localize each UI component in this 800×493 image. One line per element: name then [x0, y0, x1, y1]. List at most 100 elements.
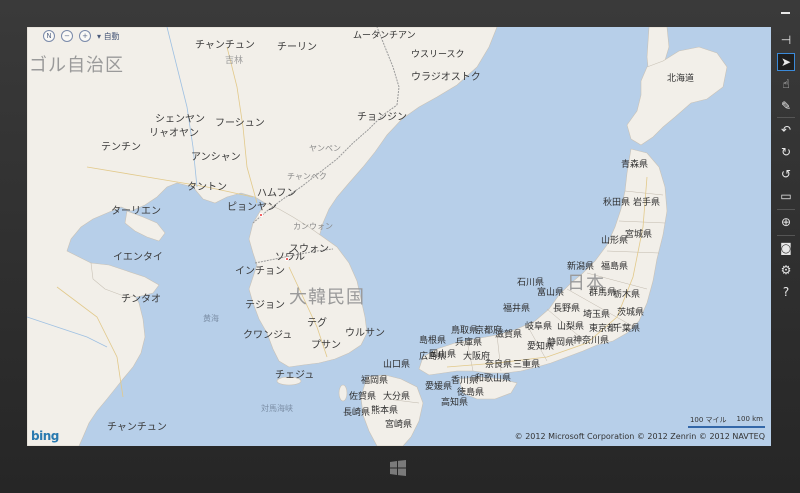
- hand-icon[interactable]: ☝: [777, 75, 795, 93]
- prefecture-label-miyazaki: 宮崎県: [385, 420, 413, 430]
- toolbar-divider: [777, 117, 795, 118]
- prefecture-label-tochigi: 栃木県: [613, 290, 641, 300]
- prefecture-label-yamanashi: 山梨県: [557, 322, 585, 332]
- prefecture-label-akita: 秋田県: [603, 198, 631, 208]
- prefecture-label-gifu: 岐阜県: [525, 322, 553, 332]
- prefecture-label-nara: 奈良県: [485, 360, 513, 370]
- toolbar-divider: [777, 209, 795, 210]
- cursor-icon[interactable]: ➤: [777, 53, 795, 71]
- city-label-shenyang: シェンヤン: [155, 114, 205, 125]
- city-label-busan: プサン: [311, 340, 341, 351]
- map-view[interactable]: N − + ▾ 自動 ゴル自治区 大韓民国 日本 ムータンチアン ウスリースク …: [27, 27, 771, 446]
- prefecture-label-kochi: 高知県: [441, 398, 469, 408]
- capital-marker-seoul: [285, 257, 289, 261]
- map-scale-bar: 100 マイル 100 km: [687, 415, 765, 428]
- prefecture-label-fukushima: 福島県: [601, 262, 629, 272]
- region-label-gangwon: カンウォン: [293, 222, 333, 231]
- scale-km: 100 km: [736, 415, 763, 423]
- prefecture-label-yamaguchi: 山口県: [383, 360, 411, 370]
- city-label-dandong: タントン: [187, 182, 227, 193]
- city-label-suwon: スウォン: [289, 244, 329, 255]
- prefecture-label-tokushima: 徳島県: [457, 388, 485, 398]
- prefecture-label-shimane: 島根県: [419, 336, 447, 346]
- prefecture-label-yamagata: 山形県: [601, 236, 629, 246]
- prefecture-label-iwate: 岩手県: [633, 198, 661, 208]
- gear-icon[interactable]: ⚙: [777, 261, 795, 279]
- province-label-jilin: 吉林: [225, 56, 244, 66]
- city-label-incheon: インチョン: [235, 266, 285, 277]
- zoom-in-icon[interactable]: +: [79, 30, 91, 42]
- compass-pan-icon[interactable]: N: [43, 30, 55, 42]
- sea-label-yellow-sea: 黄海: [203, 314, 219, 323]
- prefecture-label-nagano: 長野県: [553, 304, 581, 314]
- windows-logo-icon[interactable]: [390, 460, 406, 476]
- prefecture-label-fukuoka: 福岡県: [361, 376, 389, 386]
- prefecture-label-fukui: 福井県: [503, 304, 531, 314]
- city-label-jilin: チーリン: [277, 42, 317, 53]
- prefecture-label-aomori: 青森県: [621, 160, 649, 170]
- prefecture-label-ehime: 愛媛県: [425, 382, 453, 392]
- sea-label-tsushima: 対馬海峡: [261, 404, 293, 413]
- draw-icon[interactable]: ✎: [777, 97, 795, 115]
- toolbar-divider: [777, 235, 795, 236]
- right-toolbar: ⊣ ➤ ☝ ✎ ↶ ↻ ↺ ▭ ⊕ ◙ ⚙?: [771, 27, 800, 446]
- city-label-nanpo: チャンチュン: [107, 422, 167, 433]
- city-label-yantai: イエンタイ: [113, 252, 163, 263]
- region-label-yanbian: ヤンペン: [309, 144, 341, 153]
- monitor-icon[interactable]: ▭: [777, 187, 795, 205]
- city-label-tianjin: テンチン: [101, 142, 141, 153]
- capital-marker-pyongyang: [259, 213, 263, 217]
- city-label-chongjin: チョンジン: [357, 112, 407, 123]
- map-canvas[interactable]: [27, 27, 771, 446]
- pin-icon[interactable]: ⊣: [777, 31, 795, 49]
- prefecture-label-gunma: 群馬県: [589, 288, 617, 298]
- prefecture-label-kanagawa: 神奈川県: [573, 336, 610, 346]
- city-label-dalian: ターリエン: [111, 206, 161, 217]
- prefecture-label-hyogo: 兵庫県: [455, 338, 483, 348]
- city-label-anshan: アンシャン: [191, 152, 241, 163]
- city-label-pyongyang: ピョンヤン: [227, 202, 277, 213]
- region-label-inner-mongolia: ゴル自治区: [29, 55, 124, 76]
- city-label-gwangju: クワンジュ: [243, 330, 293, 341]
- map-mode-label: 自動: [103, 31, 120, 41]
- city-label-jeju: チェジュ: [275, 370, 315, 381]
- minimize-icon[interactable]: [779, 8, 791, 18]
- undo-icon[interactable]: ↶: [777, 121, 795, 139]
- region-label-hokkaido: 北海道: [667, 74, 695, 84]
- prefecture-label-tottori: 鳥取県: [451, 326, 479, 336]
- prefecture-label-wakayama: 和歌山県: [475, 374, 512, 384]
- city-label-daegu: テグ: [307, 318, 327, 329]
- camera-icon[interactable]: ◙: [777, 239, 795, 257]
- prefecture-label-aichi: 愛知県: [527, 342, 555, 352]
- prefecture-label-toyama: 富山県: [537, 288, 565, 298]
- prefecture-label-oita: 大分県: [383, 392, 411, 402]
- prefecture-label-saitama: 埼玉県: [583, 310, 611, 320]
- country-label-korea: 大韓民国: [289, 287, 365, 308]
- globe-icon[interactable]: ⊕: [777, 213, 795, 231]
- city-label-fushun: フーシュン: [215, 118, 265, 129]
- city-label-vladivostok: ウラジオストク: [411, 72, 481, 83]
- city-label-ussuriysk: ウスリースク: [411, 50, 465, 60]
- help-icon[interactable]: ?: [777, 283, 795, 301]
- prefecture-label-saga: 佐賀県: [349, 392, 377, 402]
- city-label-daejeon: テジョン: [245, 300, 285, 311]
- rotate-right-icon[interactable]: ↻: [777, 143, 795, 161]
- map-mode-select[interactable]: ▾ 自動: [97, 31, 120, 42]
- prefecture-label-tokyo: 東京都: [589, 324, 617, 334]
- rotate-left-icon[interactable]: ↺: [777, 165, 795, 183]
- scale-miles: 100 マイル: [689, 416, 727, 424]
- map-copyright: © 2012 Microsoft Corporation © 2012 Zenr…: [514, 432, 765, 441]
- zoom-out-icon[interactable]: −: [61, 30, 73, 42]
- map-controls: N − + ▾ 自動: [43, 29, 120, 43]
- city-label-changchun: チャンチュン: [195, 40, 255, 51]
- city-label-liaoyang: リャオヤン: [149, 128, 199, 139]
- prefecture-label-kagawa: 香川県: [451, 376, 479, 386]
- city-label-ulsan: ウルサン: [345, 328, 385, 339]
- region-label-changbai: チャンペク: [287, 172, 327, 181]
- city-label-qingdao: チンタオ: [121, 294, 161, 305]
- prefecture-label-ibaraki: 茨城県: [617, 308, 645, 318]
- prefecture-label-ishikawa: 石川県: [517, 278, 545, 288]
- prefecture-label-miyagi: 宮城県: [625, 230, 653, 240]
- tsushima-island: [338, 384, 348, 402]
- bing-logo: bing: [31, 429, 59, 443]
